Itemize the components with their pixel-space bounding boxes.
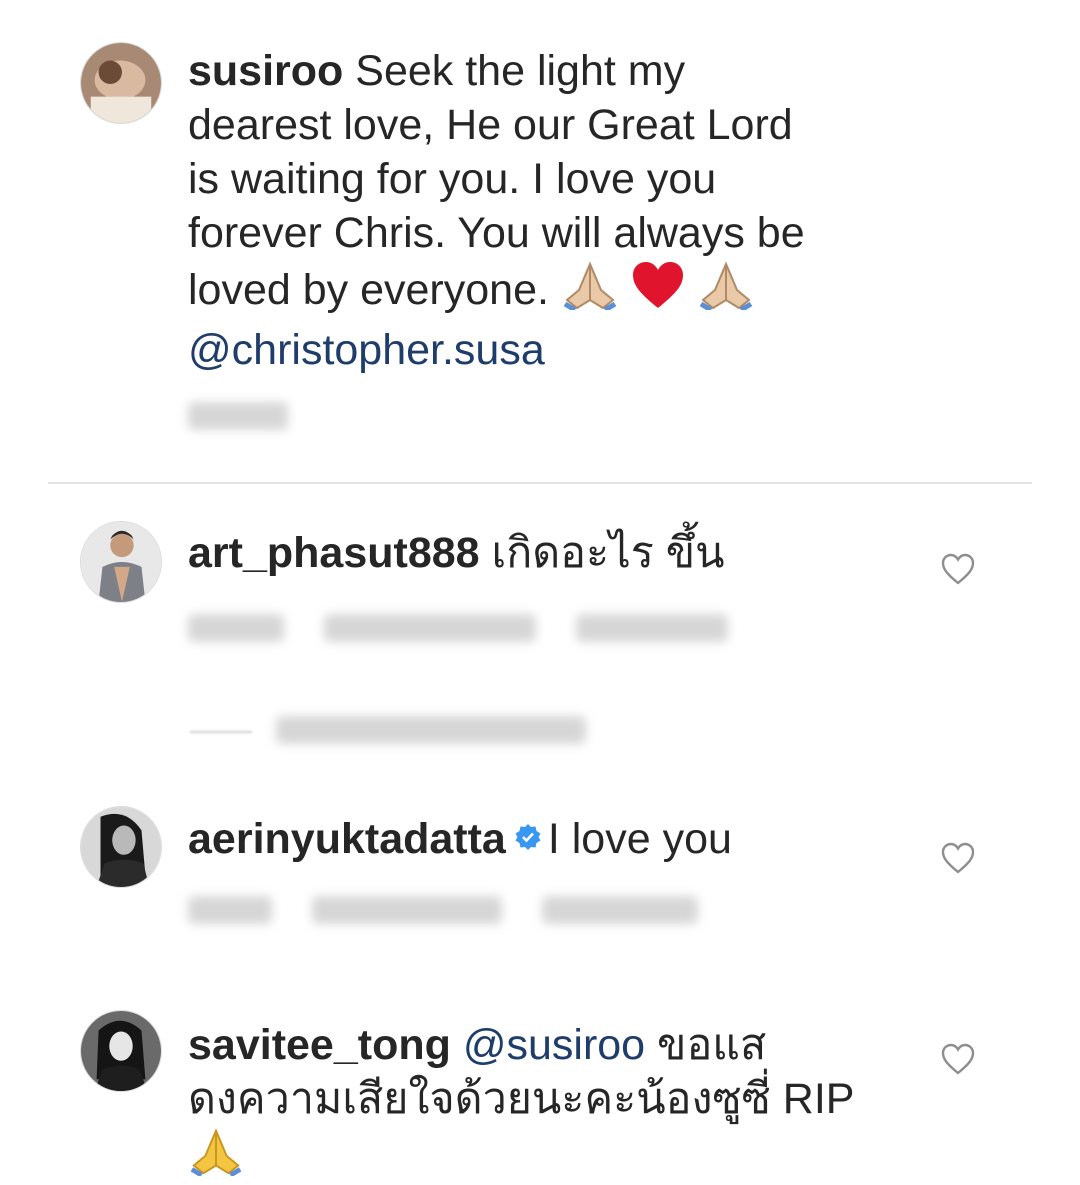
comment-text: loved by everyone. (188, 266, 549, 314)
folded-hands-icon (561, 260, 619, 323)
comment-aerinyuktadatta: aerinyuktadatta I love you (0, 784, 1080, 1004)
avatar-photo-icon (81, 1011, 161, 1091)
replies-line (190, 731, 252, 733)
comment-meta-blurred (188, 896, 698, 924)
folded-hands-icon (188, 1126, 244, 1185)
comment-text: เกิดอะไร ขึ้น (479, 529, 725, 577)
comment-savitee-tong: savitee_tong @susiroo ขอแส ดงความเสียใจด… (0, 1004, 1080, 1185)
comment-text: is waiting for you. I love you (188, 155, 717, 203)
heart-outline-icon[interactable] (940, 841, 976, 875)
comment-username[interactable]: savitee_tong (188, 1021, 451, 1069)
comment-mention[interactable]: @susiroo (463, 1021, 645, 1069)
view-replies-blurred[interactable] (276, 716, 586, 744)
comment-meta-blurred (188, 402, 288, 430)
comment-text: Seek the light my (343, 47, 686, 95)
comment-username[interactable]: aerinyuktadatta (188, 815, 506, 863)
avatar-photo-icon (81, 807, 161, 887)
heart-outline-icon[interactable] (940, 552, 976, 586)
avatar-susiroo[interactable] (80, 42, 162, 124)
comment-text: ขอแส (645, 1021, 767, 1069)
redacted-likes (324, 614, 536, 642)
redacted-view-replies (276, 716, 586, 744)
comment-meta-blurred (188, 614, 728, 642)
verified-badge-icon (514, 810, 542, 850)
avatar-art-phasut888[interactable] (80, 521, 162, 603)
redacted-timestamp (188, 402, 288, 430)
comment-body-aerinyuktadatta: aerinyuktadatta I love you (188, 810, 888, 866)
comment-body-art-phasut888: art_phasut888 เกิดอะไร ขึ้น (188, 526, 888, 580)
redacted-timestamp (188, 614, 284, 642)
comment-text: forever Chris. You will always be (188, 209, 805, 257)
avatar-photo-icon (81, 522, 161, 602)
comment-susiroo: susiroo Seek the light my dearest love, … (0, 0, 1080, 482)
avatar-aerinyuktadatta[interactable] (80, 806, 162, 888)
comment-text: I love you (547, 815, 732, 863)
redacted-reply (542, 896, 698, 924)
comment-body-savitee-tong: savitee_tong @susiroo ขอแส ดงความเสียใจด… (188, 1018, 908, 1185)
redacted-likes (312, 896, 502, 924)
comment-username[interactable]: susiroo (188, 47, 343, 95)
avatar-savitee-tong[interactable] (80, 1010, 162, 1092)
redacted-reply (576, 614, 728, 642)
comment-art-phasut888: art_phasut888 เกิดอะไร ขึ้น (0, 484, 1080, 784)
comment-username[interactable]: art_phasut888 (188, 529, 480, 577)
comment-mention[interactable]: @christopher.susa (188, 326, 545, 374)
avatar-photo-icon (81, 43, 161, 123)
comment-body-susiroo: susiroo Seek the light my dearest love, … (188, 44, 888, 377)
comment-text: dearest love, He our Great Lord (188, 101, 793, 149)
red-heart-icon (631, 260, 685, 323)
comment-text: ดงความเสียใจด้วยนะคะน้องซูซี่ RIP (188, 1075, 855, 1123)
folded-hands-icon (697, 260, 755, 323)
redacted-timestamp (188, 896, 272, 924)
heart-outline-icon[interactable] (940, 1042, 976, 1076)
